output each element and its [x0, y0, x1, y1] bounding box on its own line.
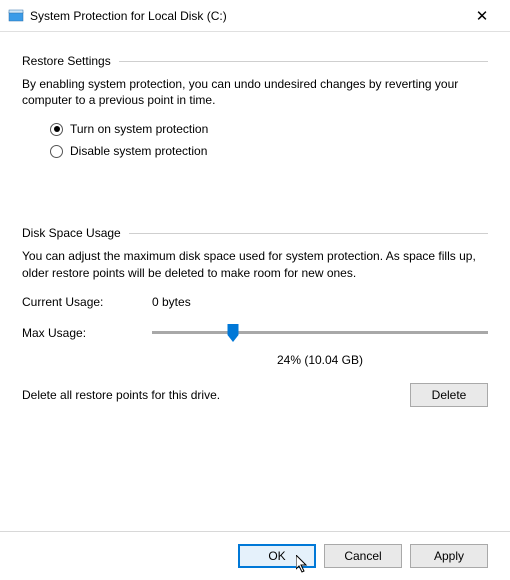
- max-usage-row: Max Usage:: [22, 323, 488, 343]
- slider-track: [152, 331, 488, 334]
- disk-description: You can adjust the maximum disk space us…: [22, 248, 488, 280]
- radio-turn-on[interactable]: Turn on system protection: [50, 122, 488, 136]
- ok-button[interactable]: OK: [238, 544, 316, 568]
- max-usage-slider[interactable]: [152, 323, 488, 343]
- section-restore-settings: Restore Settings: [22, 54, 488, 68]
- dialog-content: Restore Settings By enabling system prot…: [0, 32, 510, 407]
- delete-row: Delete all restore points for this drive…: [22, 383, 488, 407]
- close-button[interactable]: ✕: [462, 2, 502, 30]
- radio-label: Disable system protection: [70, 144, 207, 158]
- apply-button[interactable]: Apply: [410, 544, 488, 568]
- cancel-button[interactable]: Cancel: [324, 544, 402, 568]
- max-usage-label: Max Usage:: [22, 326, 152, 340]
- divider: [129, 233, 488, 234]
- current-usage-label: Current Usage:: [22, 295, 152, 309]
- section-label: Restore Settings: [22, 54, 111, 68]
- slider-thumb-icon: [227, 324, 238, 342]
- section-label: Disk Space Usage: [22, 226, 121, 240]
- app-icon: [8, 8, 24, 24]
- radio-icon: [50, 123, 63, 136]
- divider: [119, 61, 488, 62]
- current-usage-value: 0 bytes: [152, 295, 191, 309]
- radio-disable[interactable]: Disable system protection: [50, 144, 488, 158]
- delete-button[interactable]: Delete: [410, 383, 488, 407]
- delete-text: Delete all restore points for this drive…: [22, 388, 410, 402]
- radio-label: Turn on system protection: [70, 122, 208, 136]
- dialog-footer: OK Cancel Apply: [0, 531, 510, 580]
- section-disk-space: Disk Space Usage: [22, 226, 488, 240]
- titlebar: System Protection for Local Disk (C:) ✕: [0, 0, 510, 32]
- radio-icon: [50, 145, 63, 158]
- current-usage-row: Current Usage: 0 bytes: [22, 295, 488, 309]
- window-title: System Protection for Local Disk (C:): [30, 9, 462, 23]
- restore-description: By enabling system protection, you can u…: [22, 76, 488, 108]
- slider-caption: 24% (10.04 GB): [152, 353, 488, 367]
